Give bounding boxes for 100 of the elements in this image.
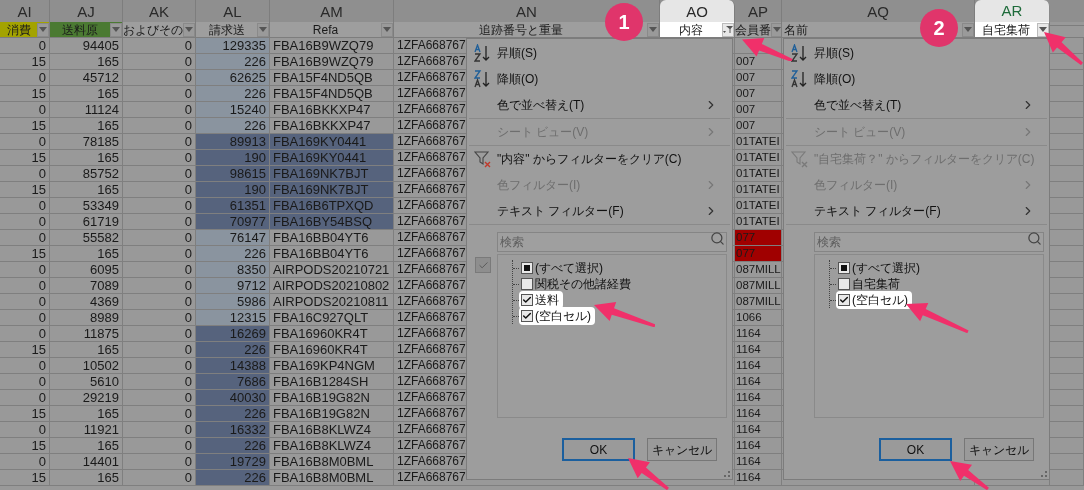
column-letter[interactable]: AQ: [867, 1, 889, 24]
table-cell: 1ZFA668767: [394, 230, 466, 246]
column-letter[interactable]: AO: [686, 1, 708, 24]
table-cell: 1164: [735, 358, 782, 374]
table-cell: 165: [50, 246, 123, 262]
table-cell: 1ZFA668767: [394, 246, 466, 262]
table-cell: FBA15F4ND5QB: [270, 70, 394, 86]
table-cell: 0: [0, 38, 50, 54]
table-cell: 15: [0, 150, 50, 166]
table-cell: 1ZFA668767: [394, 454, 466, 470]
table-cell: FBA16BKKXP47: [270, 102, 394, 118]
menu-item[interactable]: 降順(O): [469, 66, 730, 92]
column-letter[interactable]: AL: [223, 1, 242, 24]
table-cell: 7686: [196, 374, 270, 390]
table-cell: 1ZFA668767: [394, 262, 466, 278]
table-cell: 01TATEI: [735, 166, 782, 182]
table-cell: 0: [123, 278, 196, 294]
table-cell: 226: [196, 118, 270, 134]
menu-item[interactable]: テキスト フィルター(F): [469, 198, 730, 224]
table-cell: 6095: [50, 262, 123, 278]
column-letter[interactable]: AN: [516, 1, 537, 24]
table-cell: FBA16BB04YT6: [270, 230, 394, 246]
table-cell: 29219: [50, 390, 123, 406]
table-cell: 0: [123, 182, 196, 198]
table-cell: 007: [735, 54, 782, 70]
table-cell: FBA15F4ND5QB: [270, 86, 394, 102]
checkbox[interactable]: [521, 278, 533, 290]
menu-item[interactable]: "内容" からフィルターをクリア(C): [469, 146, 730, 172]
checkbox[interactable]: [521, 262, 533, 274]
table-cell: 1ZFA668767: [394, 438, 466, 454]
table-cell: 1ZFA668767: [394, 38, 466, 54]
table-cell: FBA169KP4NGM: [270, 358, 394, 374]
table-cell: 85752: [50, 166, 123, 182]
table-cell: 190: [196, 182, 270, 198]
table-cell: 077: [735, 246, 782, 262]
clear-filter-icon: [791, 150, 809, 168]
table-cell: 0: [123, 70, 196, 86]
table-cell: 15: [0, 182, 50, 198]
column-letter[interactable]: AM: [320, 1, 343, 24]
search-icon: [1027, 231, 1042, 246]
table-cell: 1ZFA668767: [394, 150, 466, 166]
table-cell: 94405: [50, 38, 123, 54]
column-label: 名前: [784, 22, 808, 37]
menu-item[interactable]: テキスト フィルター(F): [786, 198, 1047, 224]
table-cell: 15: [0, 470, 50, 486]
pointer-arrow: [594, 302, 656, 328]
dialog-button[interactable]: キャンセル: [964, 438, 1034, 461]
option-label: 送料: [535, 292, 559, 309]
table-cell: 1066: [735, 310, 782, 326]
column-label: 内容: [679, 22, 703, 37]
table-cell: 15: [0, 342, 50, 358]
table-cell: 1164: [735, 390, 782, 406]
dialog-button[interactable]: OK: [562, 438, 635, 461]
table-cell: 1ZFA668767: [394, 166, 466, 182]
menu-item[interactable]: 昇順(S): [469, 40, 730, 66]
table-cell: 15: [0, 54, 50, 70]
table-cell: 12315: [196, 310, 270, 326]
table-cell: 1ZFA668767: [394, 70, 466, 86]
dropdown-caret-icon: [112, 27, 120, 32]
menu-item[interactable]: 色で並べ替え(T): [786, 92, 1047, 118]
table-cell: 15: [0, 246, 50, 262]
table-cell: 0: [0, 214, 50, 230]
checkbox[interactable]: [521, 294, 533, 306]
table-cell: FBA16B8M0BML: [270, 470, 394, 486]
table-cell: 0: [123, 38, 196, 54]
table-cell: 0: [0, 422, 50, 438]
table-cell: 0: [0, 326, 50, 342]
table-cell: 0: [123, 54, 196, 70]
table-cell: 0: [123, 342, 196, 358]
table-cell: 15240: [196, 102, 270, 118]
table-cell: 087MILL: [735, 294, 782, 310]
filter-dropdown-button[interactable]: [722, 22, 734, 37]
table-cell: 15: [0, 86, 50, 102]
checkbox[interactable]: [521, 310, 533, 322]
table-cell: 0: [0, 262, 50, 278]
column-letter[interactable]: AJ: [77, 1, 95, 24]
table-cell: 01TATEI: [735, 214, 782, 230]
table-cell: 007: [735, 86, 782, 102]
table-cell: 1ZFA668767: [394, 310, 466, 326]
table-cell: 1ZFA668767: [394, 374, 466, 390]
dialog-button[interactable]: OK: [879, 438, 952, 461]
dialog-button[interactable]: キャンセル: [647, 438, 717, 461]
filter-dropdown-button[interactable]: [1037, 22, 1049, 37]
checkbox[interactable]: [838, 262, 850, 274]
column-letter[interactable]: AR: [1001, 0, 1023, 23]
table-cell: 5610: [50, 374, 123, 390]
table-cell: 0: [123, 374, 196, 390]
search-field[interactable]: 検索: [497, 232, 727, 252]
checkbox[interactable]: [838, 294, 850, 306]
search-field[interactable]: 検索: [814, 232, 1044, 252]
checkbox[interactable]: [838, 278, 850, 290]
column-letter[interactable]: AI: [17, 1, 32, 24]
table-cell: 0: [123, 150, 196, 166]
table-cell: 165: [50, 86, 123, 102]
menu-item[interactable]: 色で並べ替え(T): [469, 92, 730, 118]
column-letter[interactable]: AK: [149, 1, 169, 24]
menu-item[interactable]: 降順(O): [786, 66, 1047, 92]
column-letter[interactable]: AP: [748, 1, 768, 24]
table-cell: AIRPODS20210721: [270, 262, 394, 278]
table-cell: 53349: [50, 198, 123, 214]
